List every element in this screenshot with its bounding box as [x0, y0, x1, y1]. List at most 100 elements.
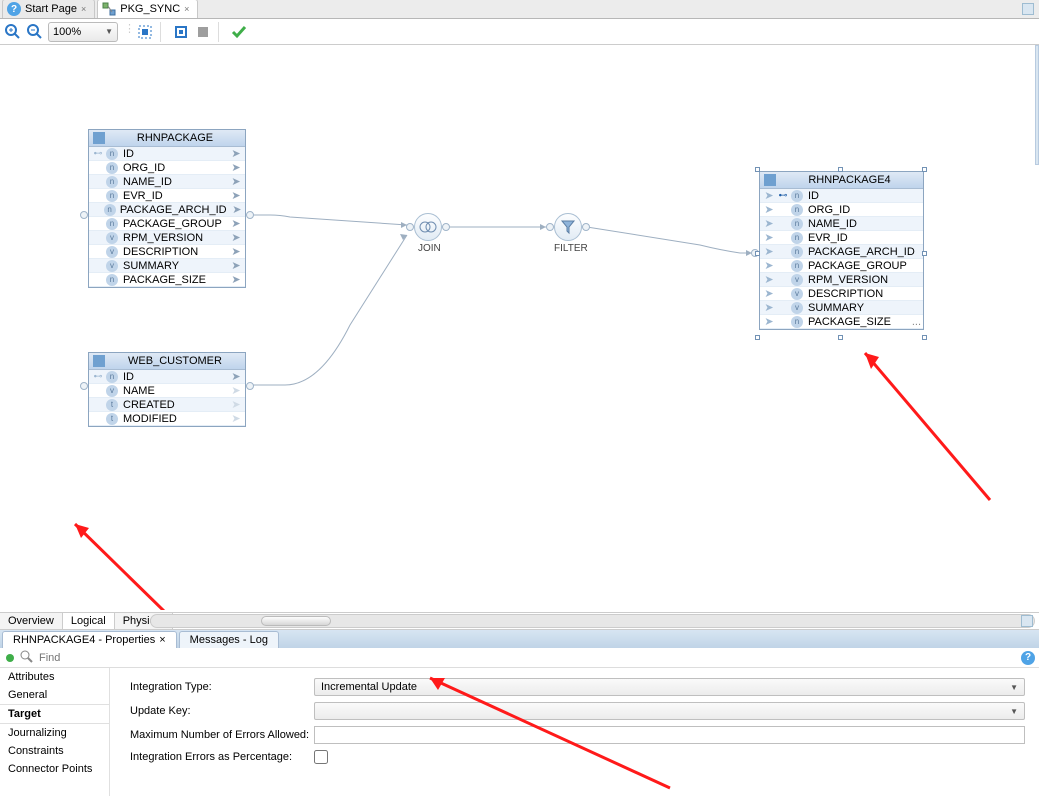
close-icon[interactable]: × — [81, 4, 86, 14]
filter-node[interactable] — [554, 213, 582, 241]
properties-form: Integration Type: Incremental Update ▼ U… — [110, 668, 1039, 796]
entity-output-port[interactable] — [246, 211, 254, 219]
join-input-port[interactable] — [406, 223, 414, 231]
output-arrow-icon: ➤ — [229, 231, 243, 244]
join-output-port[interactable] — [442, 223, 450, 231]
view-tab-logical[interactable]: Logical — [63, 613, 115, 629]
output-arrow-icon: ➤ — [229, 245, 243, 258]
input-arrow-icon: ➤ — [762, 315, 776, 328]
key-icon: ⊷ — [776, 190, 790, 202]
column-row[interactable]: nPACKAGE_SIZE➤ — [89, 273, 245, 287]
input-arrow-icon: ➤ — [762, 301, 776, 314]
close-icon[interactable]: × — [184, 4, 189, 14]
entity-title: RHNPACKAGE — [109, 132, 241, 144]
entity-output-port[interactable] — [246, 382, 254, 390]
panel-tab-messages[interactable]: Messages - Log — [179, 631, 279, 648]
chevron-down-icon: ▼ — [1010, 707, 1018, 716]
tab-label: Start Page — [25, 3, 77, 15]
nav-target[interactable]: Target — [0, 704, 109, 724]
column-row[interactable]: ➤⊷nID — [760, 189, 923, 203]
column-row[interactable]: ➤vDESCRIPTION — [760, 287, 923, 301]
max-errors-label: Maximum Number of Errors Allowed: — [130, 729, 310, 741]
tab-start-page[interactable]: ? Start Page × — [2, 0, 95, 18]
editor-toolbar: 100% ▼ ⋮ — [0, 19, 1039, 45]
column-row[interactable]: ⊷nID➤ — [89, 147, 245, 161]
column-row[interactable]: vSUMMARY➤ — [89, 259, 245, 273]
nav-general[interactable]: General — [0, 686, 109, 704]
close-icon[interactable]: × — [159, 634, 165, 646]
entity-rhnpackage[interactable]: RHNPACKAGE ⊷nID➤ nORG_ID➤ nNAME_ID➤ nEVR… — [88, 129, 246, 288]
errors-percentage-checkbox[interactable] — [314, 750, 328, 764]
nav-journalizing[interactable]: Journalizing — [0, 724, 109, 742]
column-row[interactable]: ➤nEVR_ID — [760, 231, 923, 245]
input-arrow-icon: ➤ — [762, 231, 776, 244]
column-row[interactable]: nPACKAGE_GROUP➤ — [89, 217, 245, 231]
view-tab-overview[interactable]: Overview — [0, 613, 63, 629]
column-row[interactable]: vDESCRIPTION➤ — [89, 245, 245, 259]
filter-output-port[interactable] — [582, 223, 590, 231]
entity-web-customer[interactable]: WEB_CUSTOMER ⊷nID➤ vNAME➤ tCREATED➤ tMOD… — [88, 352, 246, 427]
minimize-icon[interactable] — [1022, 3, 1034, 15]
mapping-canvas[interactable]: RHNPACKAGE ⊷nID➤ nORG_ID➤ nNAME_ID➤ nEVR… — [0, 45, 1039, 610]
table-icon — [764, 174, 776, 186]
entity-input-port[interactable] — [80, 211, 88, 219]
output-arrow-icon: ➤ — [229, 147, 243, 160]
column-row[interactable]: ➤nPACKAGE_ARCH_ID — [760, 245, 923, 259]
vertical-scrollbar[interactable] — [1035, 45, 1039, 165]
nav-connector-points[interactable]: Connector Points — [0, 760, 109, 778]
output-arrow-icon: ➤ — [231, 203, 243, 216]
join-label: JOIN — [418, 243, 441, 254]
column-row[interactable]: vRPM_VERSION➤ — [89, 231, 245, 245]
horizontal-scrollbar[interactable] — [150, 614, 1035, 628]
entity-title: RHNPACKAGE4 — [780, 174, 919, 186]
column-row[interactable]: ➤nPACKAGE_SIZE... — [760, 315, 923, 329]
join-node[interactable] — [414, 213, 442, 241]
column-row[interactable]: ⊷nID➤ — [89, 370, 245, 384]
entity-title: WEB_CUSTOMER — [109, 355, 241, 367]
layout-filled-icon[interactable] — [194, 23, 212, 41]
zoom-in-icon[interactable] — [4, 23, 22, 41]
filter-input-port[interactable] — [546, 223, 554, 231]
output-arrow-icon: ➤ — [229, 259, 243, 272]
zoom-select[interactable]: 100% ▼ — [48, 22, 118, 42]
layout-square-icon[interactable] — [172, 23, 190, 41]
find-bar: ? — [0, 648, 1039, 668]
fit-window-icon[interactable] — [136, 23, 154, 41]
scrollbar-thumb[interactable] — [261, 616, 331, 626]
key-icon: ⊷ — [91, 371, 105, 382]
column-row[interactable]: ➤vRPM_VERSION — [760, 273, 923, 287]
column-row[interactable]: vNAME➤ — [89, 384, 245, 398]
nav-constraints[interactable]: Constraints — [0, 742, 109, 760]
entity-columns: ⊷nID➤ nORG_ID➤ nNAME_ID➤ nEVR_ID➤ nPACKA… — [89, 147, 245, 287]
column-row[interactable]: tMODIFIED➤ — [89, 412, 245, 426]
column-row[interactable]: ➤vSUMMARY — [760, 301, 923, 315]
integration-type-value: Incremental Update — [321, 681, 417, 693]
column-row[interactable]: nNAME_ID➤ — [89, 175, 245, 189]
max-errors-input[interactable] — [314, 726, 1025, 744]
help-icon[interactable]: ? — [1021, 651, 1035, 665]
entity-title-bar: RHNPACKAGE4 — [760, 172, 923, 189]
panel-tab-properties[interactable]: RHNPACKAGE4 - Properties× — [2, 631, 177, 648]
column-row[interactable]: ➤nORG_ID — [760, 203, 923, 217]
integration-type-select[interactable]: Incremental Update ▼ — [314, 678, 1025, 696]
minimize-icon[interactable] — [1021, 615, 1033, 627]
column-row[interactable]: ➤nPACKAGE_GROUP — [760, 259, 923, 273]
input-arrow-icon: ➤ — [762, 245, 776, 258]
zoom-out-icon[interactable] — [26, 23, 44, 41]
entity-input-port[interactable] — [80, 382, 88, 390]
find-input[interactable] — [39, 652, 1033, 664]
search-icon — [20, 650, 33, 666]
column-row[interactable]: tCREATED➤ — [89, 398, 245, 412]
status-dot-icon — [6, 654, 14, 662]
entity-rhnpackage4[interactable]: RHNPACKAGE4 ➤⊷nID ➤nORG_ID ➤nNAME_ID ➤nE… — [759, 171, 924, 330]
validate-icon[interactable] — [230, 23, 248, 41]
input-arrow-icon: ➤ — [762, 259, 776, 272]
update-key-select[interactable]: ▼ — [314, 702, 1025, 720]
column-row[interactable]: nPACKAGE_ARCH_ID➤ — [89, 203, 245, 217]
nav-attributes[interactable]: Attributes — [0, 668, 109, 686]
input-arrow-icon: ➤ — [762, 189, 776, 202]
column-row[interactable]: nEVR_ID➤ — [89, 189, 245, 203]
tab-pkg-sync[interactable]: PKG_SYNC × — [97, 0, 198, 18]
column-row[interactable]: ➤nNAME_ID — [760, 217, 923, 231]
column-row[interactable]: nORG_ID➤ — [89, 161, 245, 175]
